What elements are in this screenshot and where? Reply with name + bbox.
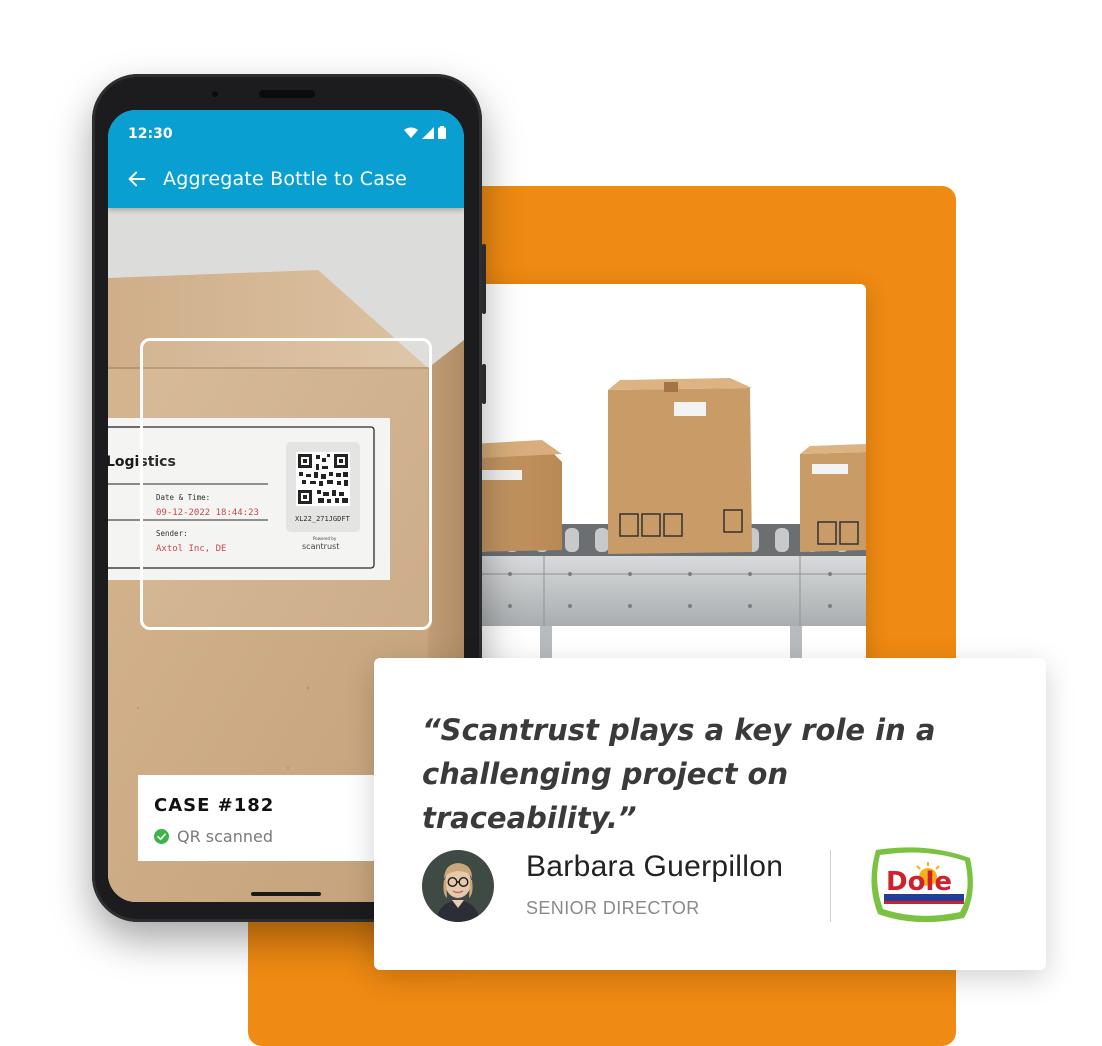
person-name: Barbara Guerpillon: [526, 850, 784, 883]
case-card: CASE #182 QR scanned: [138, 775, 408, 861]
home-indicator: [251, 892, 321, 896]
screen-title: Aggregate Bottle to Case: [163, 168, 408, 190]
app-bar: 12:30 Aggregate Bottle to Case: [108, 110, 464, 208]
battery-icon: [438, 126, 446, 139]
avatar: [422, 850, 494, 922]
front-camera: [212, 91, 218, 97]
logo-wordmark: Dole: [886, 867, 952, 897]
person-role: SENIOR DIRECTOR: [526, 898, 700, 918]
divider: [830, 850, 831, 922]
status-icons: [404, 126, 446, 139]
quote-line-2: challenging project on traceability.”: [422, 757, 789, 835]
arrow-left-icon[interactable]: [126, 168, 148, 190]
quote-line-1: “Scantrust plays a key role in a: [422, 713, 936, 747]
testimonial-quote: “Scantrust plays a key role in a challen…: [422, 708, 1002, 840]
earpiece-speaker: [259, 90, 315, 98]
check-circle-icon: [154, 829, 169, 844]
signal-icon: [422, 126, 434, 139]
case-title: CASE #182: [154, 795, 275, 816]
case-status-text: QR scanned: [177, 827, 274, 846]
volume-button: [482, 244, 486, 314]
dole-logo: Dole: [866, 844, 978, 926]
scan-frame: [140, 338, 432, 630]
wifi-icon: [404, 127, 418, 138]
testimonial-card: “Scantrust plays a key role in a challen…: [374, 658, 1046, 970]
power-button: [482, 364, 486, 404]
status-time: 12:30: [128, 126, 173, 142]
case-status: QR scanned: [154, 827, 273, 846]
conveyor-photo: [430, 284, 866, 664]
